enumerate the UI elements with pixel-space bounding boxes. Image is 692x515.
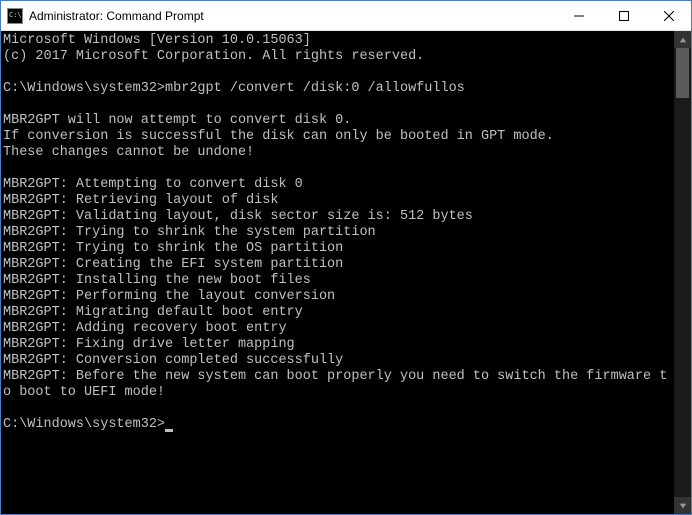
window-controls (556, 1, 691, 30)
console-line: MBR2GPT: Trying to shrink the OS partiti… (3, 241, 674, 257)
titlebar: C:\ Administrator: Command Prompt (1, 1, 691, 31)
console-line: MBR2GPT: Trying to shrink the system par… (3, 225, 674, 241)
console-line: MBR2GPT: Creating the EFI system partiti… (3, 257, 674, 273)
console-line (3, 161, 674, 177)
console-line: MBR2GPT: Conversion completed successful… (3, 353, 674, 369)
console-line (3, 65, 674, 81)
console-line: MBR2GPT: Validating layout, disk sector … (3, 209, 674, 225)
console-line: (c) 2017 Microsoft Corporation. All righ… (3, 49, 674, 65)
maximize-button[interactable] (601, 1, 646, 30)
console-line: MBR2GPT: Installing the new boot files (3, 273, 674, 289)
console-line: Microsoft Windows [Version 10.0.15063] (3, 33, 674, 49)
console-line: If conversion is successful the disk can… (3, 129, 674, 145)
console-line: MBR2GPT: Performing the layout conversio… (3, 289, 674, 305)
console-line: MBR2GPT: Retrieving layout of disk (3, 193, 674, 209)
console-line: MBR2GPT: Attempting to convert disk 0 (3, 177, 674, 193)
console-line (3, 97, 674, 113)
close-button[interactable] (646, 1, 691, 30)
scrollbar-thumb[interactable] (676, 48, 689, 98)
scroll-down-arrow-icon[interactable] (674, 497, 691, 514)
console-line: MBR2GPT: Migrating default boot entry (3, 305, 674, 321)
command-prompt-window: C:\ Administrator: Command Prompt Micros… (0, 0, 692, 515)
console-output[interactable]: Microsoft Windows [Version 10.0.15063](c… (1, 31, 674, 514)
scrollbar-track[interactable] (674, 48, 691, 497)
window-title: Administrator: Command Prompt (29, 9, 556, 23)
console-line: These changes cannot be undone! (3, 145, 674, 161)
console-line: MBR2GPT: Before the new system can boot … (3, 369, 674, 401)
minimize-button[interactable] (556, 1, 601, 30)
console-prompt[interactable]: C:\Windows\system32> (3, 417, 674, 433)
scroll-up-arrow-icon[interactable] (674, 31, 691, 48)
console-line: MBR2GPT: Fixing drive letter mapping (3, 337, 674, 353)
console-area: Microsoft Windows [Version 10.0.15063](c… (1, 31, 691, 514)
vertical-scrollbar[interactable] (674, 31, 691, 514)
console-line: MBR2GPT: Adding recovery boot entry (3, 321, 674, 337)
console-line (3, 401, 674, 417)
cmd-icon: C:\ (7, 8, 23, 24)
console-line: MBR2GPT will now attempt to convert disk… (3, 113, 674, 129)
console-line: C:\Windows\system32>mbr2gpt /convert /di… (3, 81, 674, 97)
svg-text:C:\: C:\ (9, 11, 22, 19)
cursor (165, 429, 173, 432)
